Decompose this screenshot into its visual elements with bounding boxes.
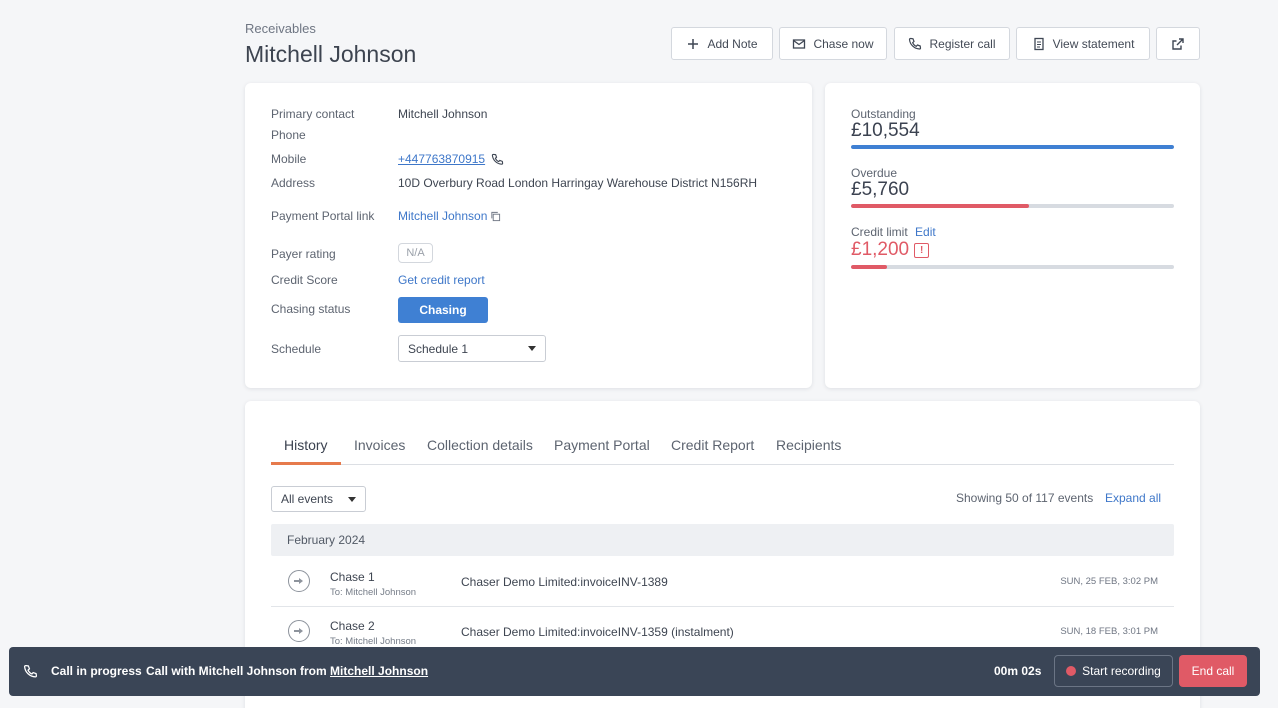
register-call-button[interactable]: Register call: [894, 27, 1010, 60]
event-count: Showing 50 of 117 events: [956, 491, 1094, 505]
view-statement-label: View statement: [1052, 36, 1135, 51]
event-description: Chaser Demo Limited:invoiceINV-1389: [461, 575, 668, 589]
chasing-status-label: Chasing status: [271, 302, 351, 316]
call-text: Call with Mitchell Johnson from: [146, 664, 327, 678]
portal-label: Payment Portal link: [271, 209, 375, 223]
event-date: SUN, 18 FEB, 3:01 PM: [1060, 626, 1158, 637]
credit-limit-label: Credit limit: [851, 225, 908, 239]
credit-limit-bar-fill: [851, 265, 887, 269]
event-filter-select[interactable]: All events: [271, 486, 366, 512]
plus-icon: [688, 38, 699, 49]
event-recipient: To: Mitchell Johnson: [330, 587, 417, 598]
overdue-bar: [851, 204, 1174, 208]
credit-limit-edit-link[interactable]: Edit: [915, 225, 936, 239]
phone-icon[interactable]: [491, 153, 504, 166]
tab-divider: [271, 464, 1174, 465]
overdue-value: £5,760: [851, 179, 910, 200]
copy-icon[interactable]: [490, 211, 501, 222]
end-call-button[interactable]: End call: [1179, 655, 1247, 687]
schedule-label: Schedule: [271, 342, 322, 356]
chasing-status-button[interactable]: Chasing: [398, 297, 488, 323]
schedule-value: Schedule 1: [408, 341, 469, 356]
chase-now-button[interactable]: Chase now: [779, 27, 887, 60]
credit-limit-row: Credit limit Edit: [851, 225, 936, 239]
event-name: Chase 1: [330, 570, 375, 584]
call-description: Call with Mitchell Johnson from Mitchell…: [146, 664, 428, 678]
table-row[interactable]: Chase 1 To: Mitchell Johnson Chaser Demo…: [271, 558, 1174, 606]
mobile-link[interactable]: +447763870915: [398, 152, 485, 166]
event-name: Chase 2: [330, 619, 375, 633]
month-header: February 2024: [271, 524, 1174, 556]
mobile-row: +447763870915: [398, 152, 504, 166]
view-statement-button[interactable]: View statement: [1016, 27, 1150, 60]
call-bar: Call in progress Call with Mitchell John…: [9, 647, 1260, 696]
mobile-label: Mobile: [271, 152, 307, 166]
open-external-button[interactable]: [1156, 27, 1200, 60]
chase-now-label: Chase now: [813, 36, 874, 51]
credit-score-label: Credit Score: [271, 273, 338, 287]
phone-icon: [909, 37, 922, 50]
tab-payment-portal[interactable]: Payment Portal: [554, 437, 650, 453]
credit-limit-row-value: £1,200 !: [851, 239, 930, 261]
credit-limit-bar: [851, 265, 1174, 269]
add-note-label: Add Note: [707, 36, 758, 51]
tab-credit-report[interactable]: Credit Report: [671, 437, 754, 453]
document-icon: [1033, 37, 1044, 50]
tab-history[interactable]: History: [284, 437, 328, 453]
call-from-link[interactable]: Mitchell Johnson: [330, 664, 428, 678]
page-title: Mitchell Johnson: [245, 41, 417, 67]
outstanding-bar: [851, 145, 1174, 149]
warning-icon: !: [914, 242, 930, 258]
overdue-bar-fill: [851, 204, 1029, 208]
get-credit-report-link[interactable]: Get credit report: [398, 273, 485, 287]
tab-recipients[interactable]: Recipients: [776, 437, 841, 453]
expand-all-link[interactable]: Expand all: [1105, 491, 1161, 505]
portal-link[interactable]: Mitchell Johnson: [398, 209, 487, 223]
payer-rating-badge: N/A: [398, 243, 433, 263]
tab-invoices[interactable]: Invoices: [354, 437, 405, 453]
envelope-icon: [793, 38, 806, 49]
event-recipient: To: Mitchell Johnson: [330, 636, 417, 647]
primary-contact-label: Primary contact: [271, 107, 355, 121]
phone-icon: [23, 664, 38, 678]
overdue-label: Overdue: [851, 166, 898, 180]
chase-arrow-icon: [288, 620, 310, 642]
caret-down-icon: [528, 346, 536, 351]
summary-card: Outstanding £10,554 Overdue £5,760 Credi…: [825, 83, 1200, 388]
start-recording-label: Start recording: [1082, 664, 1161, 678]
active-tab-indicator: [271, 462, 341, 465]
tab-collection-details[interactable]: Collection details: [427, 437, 533, 453]
register-call-label: Register call: [929, 36, 996, 51]
portal-row: Mitchell Johnson: [398, 209, 501, 223]
outstanding-value: £10,554: [851, 120, 920, 141]
schedule-select[interactable]: Schedule 1: [398, 335, 546, 362]
credit-limit-value: £1,200: [851, 239, 910, 260]
outstanding-bar-fill: [851, 145, 1174, 149]
outstanding-label: Outstanding: [851, 107, 916, 121]
event-description: Chaser Demo Limited:invoiceINV-1359 (ins…: [461, 625, 734, 639]
record-dot-icon: [1066, 666, 1077, 676]
call-timer: 00m 02s: [994, 664, 1042, 678]
external-link-icon: [1172, 37, 1184, 50]
call-status: Call in progress: [51, 664, 142, 678]
address-label: Address: [271, 176, 316, 190]
primary-contact-value: Mitchell Johnson: [398, 107, 488, 121]
chase-arrow-icon: [288, 570, 310, 592]
event-date: SUN, 25 FEB, 3:02 PM: [1060, 576, 1158, 587]
add-note-button[interactable]: Add Note: [671, 27, 773, 60]
breadcrumb[interactable]: Receivables: [245, 21, 316, 36]
payer-rating-label: Payer rating: [271, 247, 336, 261]
caret-down-icon: [348, 496, 356, 502]
event-filter-value: All events: [281, 492, 334, 506]
start-recording-button[interactable]: Start recording: [1054, 655, 1173, 687]
phone-label: Phone: [271, 128, 306, 142]
contact-card: Primary contact Mitchell Johnson Phone M…: [245, 83, 812, 388]
address-value: 10D Overbury Road London Harringay Wareh…: [398, 176, 758, 190]
